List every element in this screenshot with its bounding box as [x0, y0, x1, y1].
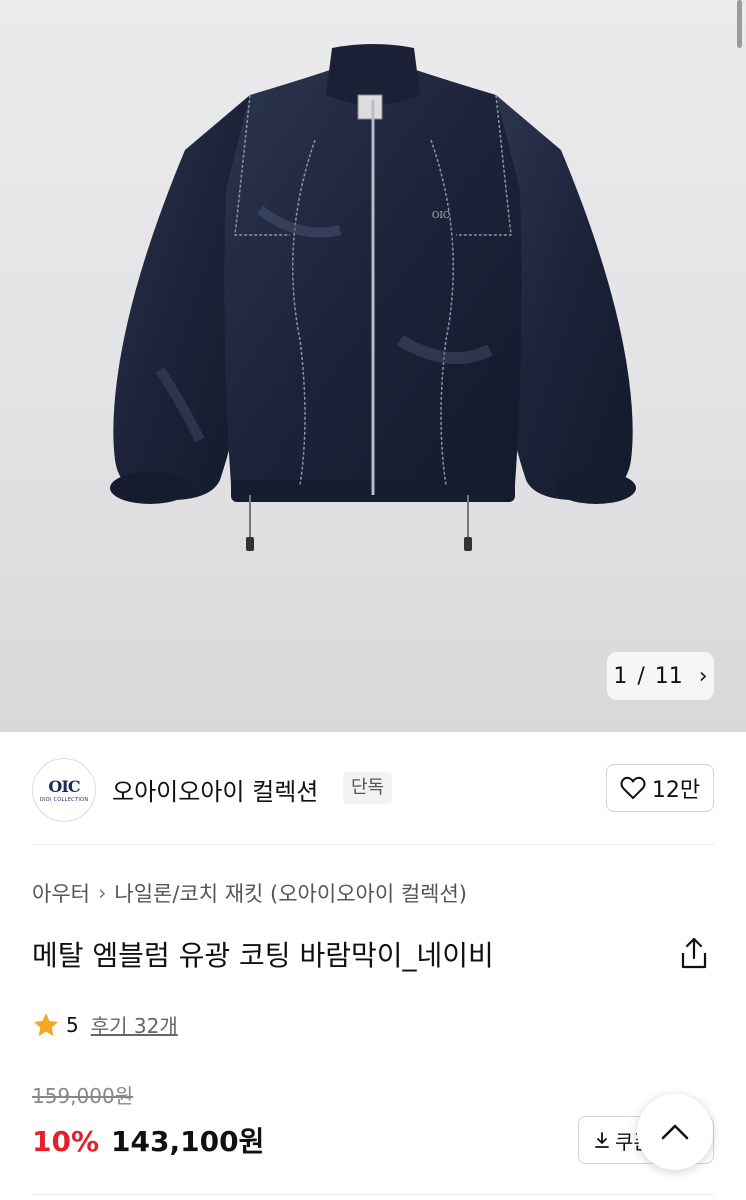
like-button[interactable]: 12만 — [606, 764, 714, 812]
chevron-up-icon — [661, 1124, 689, 1140]
product-image-gallery[interactable]: OIC 1 / 11 › — [0, 0, 746, 732]
sale-price: 143,100원 — [111, 1125, 265, 1158]
rating-score: 5 — [66, 1012, 79, 1037]
rating-summary: 5 후기 32개 — [32, 1010, 178, 1039]
breadcrumb-category[interactable]: 아우터 — [32, 878, 90, 908]
scrollbar[interactable] — [737, 0, 742, 48]
brand-logo-mark: OIC — [48, 777, 80, 796]
like-count: 12만 — [651, 778, 701, 803]
original-price: 159,000원 — [32, 1084, 134, 1108]
counter-separator: / — [637, 663, 645, 689]
divider — [32, 1194, 714, 1195]
brand-row: OIC OIOI COLLECTION 오아이오아이 컬렉션 단독 12만 — [0, 732, 746, 844]
total-image-count: 11 — [654, 663, 683, 689]
brand-logo[interactable]: OIC OIOI COLLECTION — [32, 758, 96, 822]
brand-name-link[interactable]: 오아이오아이 컬렉션 — [112, 772, 318, 807]
product-title: 메탈 엠블럼 유광 코팅 바람막이_네이비 — [32, 939, 494, 972]
divider — [32, 844, 714, 845]
heart-icon — [620, 776, 646, 799]
star-icon — [33, 1012, 59, 1036]
current-image-number: 1 — [613, 663, 628, 689]
scroll-to-top-button[interactable] — [637, 1094, 713, 1170]
discount-rate: 10% — [32, 1125, 100, 1158]
svg-text:OIC: OIC — [432, 211, 450, 221]
chevron-right-icon: › — [97, 881, 107, 905]
image-counter[interactable]: 1 / 11 › — [607, 652, 714, 700]
breadcrumb-subcategory[interactable]: 나일론/코치 재킷 (오아이오아이 컬렉션) — [114, 878, 467, 908]
chevron-right-icon[interactable]: › — [699, 664, 708, 689]
brand-logo-subtitle: OIOI COLLECTION — [39, 797, 89, 803]
breadcrumb: 아우터 › 나일론/코치 재킷 (오아이오아이 컬렉션) — [32, 878, 467, 908]
download-icon — [595, 1132, 609, 1148]
share-icon[interactable] — [678, 936, 710, 972]
price-row: 10% 143,100원 — [32, 1120, 264, 1160]
jacket-image: OIC — [110, 44, 636, 551]
exclusive-badge: 단독 — [343, 772, 393, 804]
reviews-link[interactable]: 후기 32개 — [91, 1010, 178, 1039]
